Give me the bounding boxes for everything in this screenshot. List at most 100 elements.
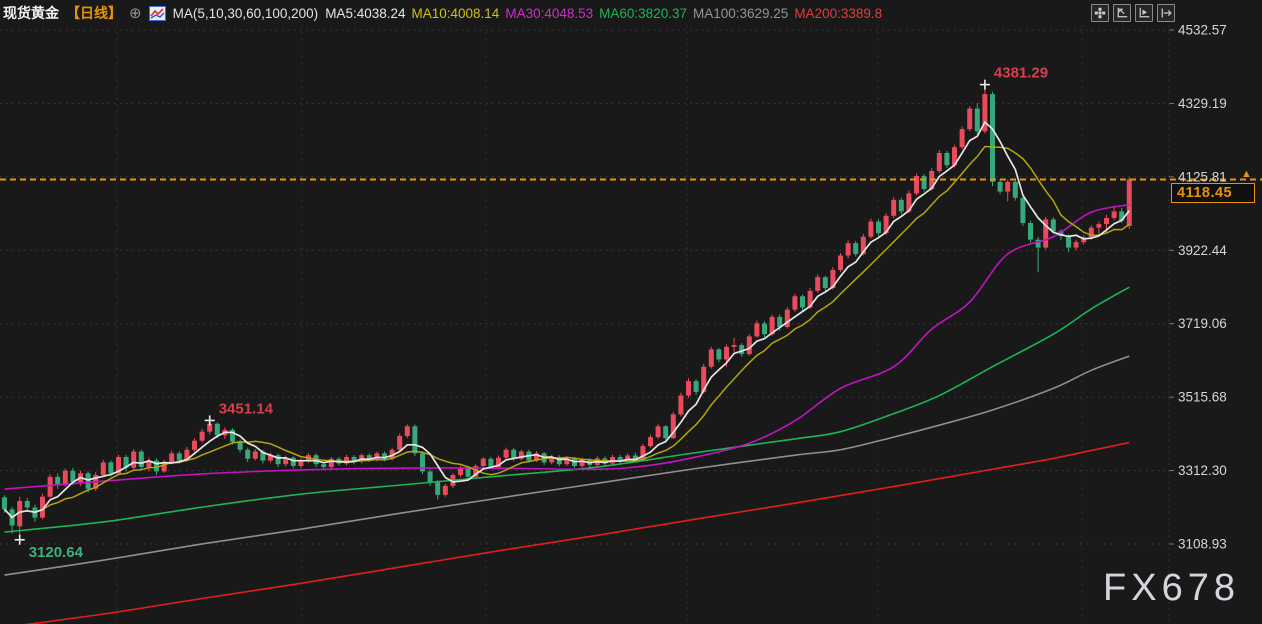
candle xyxy=(55,473,60,489)
y-axis-tick-label: 3515.68 xyxy=(1178,390,1227,405)
candle xyxy=(792,294,797,312)
ma-values-legend: MA5:4038.24 MA10:4008.14 MA30:4048.53 MA60:… xyxy=(325,6,888,21)
candle xyxy=(716,348,721,362)
low-marker: 3120.64 xyxy=(15,535,84,561)
symbol-name: 现货黄金 xyxy=(3,3,59,23)
go-to-latest-icon[interactable] xyxy=(1157,4,1175,22)
candle xyxy=(785,307,790,328)
y-axis[interactable]: 4532.574329.194125.813922.443719.063515.… xyxy=(1169,23,1227,552)
candle xyxy=(944,151,949,168)
candle xyxy=(200,429,205,443)
candle xyxy=(352,455,357,464)
candle xyxy=(192,438,197,451)
candle xyxy=(914,174,919,196)
candle xyxy=(823,276,828,291)
candle xyxy=(922,174,927,192)
candle xyxy=(1013,180,1018,200)
candle xyxy=(800,294,805,310)
candle xyxy=(990,92,995,187)
interval-label[interactable]: 【日线】 xyxy=(66,3,122,23)
candle xyxy=(747,334,752,356)
candle xyxy=(10,507,15,534)
candle xyxy=(876,219,881,236)
ma-value: MA200:3389.8 xyxy=(794,6,882,21)
candle xyxy=(1043,217,1048,249)
candlestick-chart-canvas[interactable]: 3120.643451.144381.294532.574329.194125.… xyxy=(0,0,1262,624)
candle xyxy=(1096,222,1101,235)
pan-tool-icon[interactable] xyxy=(1091,4,1109,22)
scale-axis-icon[interactable] xyxy=(1113,4,1131,22)
extreme-price-label: 3120.64 xyxy=(29,544,84,561)
candle xyxy=(838,253,843,272)
candle xyxy=(853,241,858,257)
candle xyxy=(694,379,699,395)
candle xyxy=(344,455,349,466)
candle xyxy=(1005,180,1010,202)
candle xyxy=(504,448,509,460)
candle xyxy=(276,453,281,467)
candle xyxy=(846,240,851,258)
candle xyxy=(975,103,980,134)
ma-value: MA100:3629.25 xyxy=(693,6,788,21)
auto-scroll-icon[interactable] xyxy=(1135,4,1153,22)
last-price-tag: 4118.45 xyxy=(1171,183,1255,203)
candle xyxy=(762,321,767,337)
candle xyxy=(967,106,972,131)
ma-value: MA5:4038.24 xyxy=(325,6,405,21)
candle xyxy=(131,449,136,469)
ma30-line xyxy=(5,205,1130,489)
candle xyxy=(428,469,433,486)
candle xyxy=(245,448,250,462)
ma-value: MA10:4008.14 xyxy=(412,6,500,21)
candle xyxy=(648,435,653,448)
high-marker: 3451.14 xyxy=(205,400,274,425)
candle xyxy=(618,455,623,464)
y-axis-tick-label: 3719.06 xyxy=(1178,316,1227,331)
candle xyxy=(481,457,486,468)
y-axis-tick-label: 3312.30 xyxy=(1178,463,1227,478)
candle xyxy=(754,320,759,337)
y-axis-tick-label: 3922.44 xyxy=(1178,243,1227,258)
indicator-chart-icon[interactable] xyxy=(149,6,166,21)
candle xyxy=(253,449,258,461)
chart-toolbar xyxy=(1091,4,1175,22)
candle xyxy=(732,338,737,352)
circle-plus-icon[interactable]: ⊕ xyxy=(129,6,142,21)
candle xyxy=(815,274,820,292)
candle xyxy=(519,450,524,461)
candle xyxy=(960,127,965,150)
high-marker: 4381.29 xyxy=(980,65,1048,90)
chart-header: 现货黄金 【日线】 ⊕ MA(5,10,30,60,100,200) MA5:4… xyxy=(0,0,1262,26)
candle xyxy=(25,498,30,512)
candle xyxy=(998,179,1003,194)
ma-parameters-label[interactable]: MA(5,10,30,60,100,200) xyxy=(173,6,319,21)
candle xyxy=(139,450,144,471)
candle xyxy=(329,457,334,469)
watermark-logo: FX678 xyxy=(1103,567,1240,610)
price-up-arrow-icon: ▲ xyxy=(1241,169,1252,180)
candle xyxy=(899,198,904,215)
gold-daily-kline-chart: 3120.643451.144381.294532.574329.194125.… xyxy=(0,0,1262,624)
candle xyxy=(557,455,562,466)
ma-value: MA30:4048.53 xyxy=(505,6,593,21)
candle xyxy=(101,460,106,477)
candle xyxy=(937,150,942,173)
candle xyxy=(678,393,683,417)
candle xyxy=(17,497,22,540)
candle xyxy=(891,197,896,218)
extreme-price-label: 4381.29 xyxy=(994,65,1048,82)
candle xyxy=(1020,196,1025,226)
candle xyxy=(868,219,873,239)
candle xyxy=(656,424,661,439)
candle xyxy=(1028,221,1033,243)
candle xyxy=(146,458,151,472)
candle xyxy=(1074,240,1079,251)
candle xyxy=(405,424,410,438)
y-axis-tick-label: 3108.93 xyxy=(1178,537,1227,552)
y-axis-tick-label: 4329.19 xyxy=(1178,96,1227,111)
candle xyxy=(709,347,714,369)
extreme-price-label: 3451.14 xyxy=(219,400,274,417)
candle xyxy=(1127,177,1132,229)
ma-value: MA60:3820.37 xyxy=(599,6,687,21)
candle xyxy=(420,451,425,474)
